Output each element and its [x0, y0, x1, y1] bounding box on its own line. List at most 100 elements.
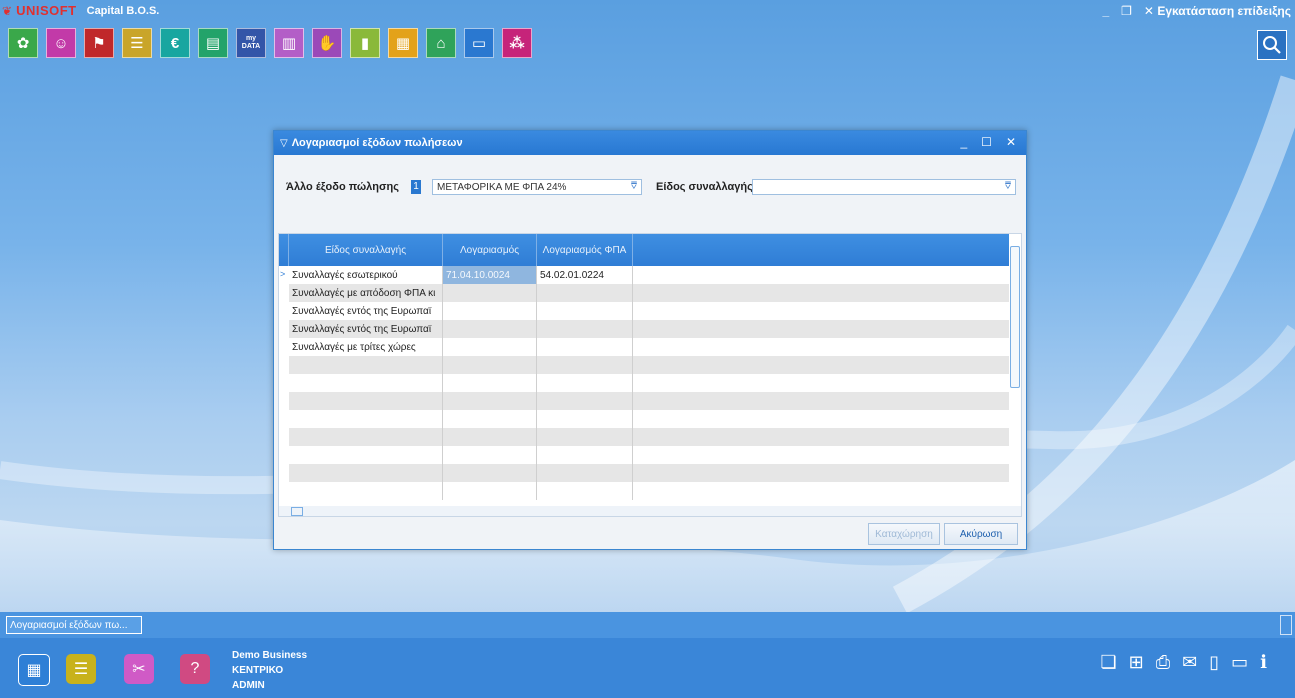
table-cell[interactable] — [443, 482, 537, 500]
dialog-minimize-button[interactable]: _ — [960, 135, 967, 149]
table-cell[interactable] — [537, 464, 633, 482]
other-expense-select[interactable]: ΜΕΤΑΦΟΡΙΚΑ ΜΕ ΦΠΑ 24% ⩢ — [432, 179, 642, 195]
table-cell[interactable] — [443, 338, 537, 356]
table-cell[interactable] — [443, 446, 537, 464]
cancel-button[interactable]: Ακύρωση — [944, 523, 1018, 545]
table-row[interactable]: Συναλλαγές με τρίτες χώρες — [279, 338, 1009, 356]
table-cell[interactable] — [289, 374, 443, 392]
table-cell[interactable] — [537, 356, 633, 374]
table-cell[interactable] — [289, 446, 443, 464]
table-cell[interactable] — [289, 482, 443, 500]
table-cell[interactable]: Συναλλαγές με απόδοση ΦΠΑ κι — [289, 284, 443, 302]
mail-icon[interactable]: ✉ — [1182, 652, 1197, 673]
document-icon[interactable]: ▯ — [1209, 652, 1219, 673]
table-cell[interactable] — [443, 302, 537, 320]
table-cell[interactable] — [537, 410, 633, 428]
table-cell[interactable] — [537, 284, 633, 302]
table-cell[interactable] — [537, 374, 633, 392]
ledger-icon[interactable]: ▤ — [198, 28, 228, 58]
table-cell[interactable]: Συναλλαγές εσωτερικού — [289, 266, 443, 284]
help-icon[interactable]: ? — [180, 654, 210, 684]
table-cell[interactable] — [537, 302, 633, 320]
info-icon[interactable]: ℹ — [1260, 652, 1267, 673]
empty-row[interactable] — [279, 482, 1009, 500]
people-icon[interactable]: ☺ — [46, 28, 76, 58]
expense-code-field[interactable]: 1 — [411, 180, 421, 194]
collapse-icon[interactable]: ▽ — [280, 138, 288, 149]
org-chart-icon[interactable]: ⌂ — [426, 28, 456, 58]
report-icon[interactable]: ▦ — [388, 28, 418, 58]
column-header[interactable]: Είδος συναλλαγής — [289, 234, 443, 266]
table-cell[interactable] — [289, 392, 443, 410]
factory-icon[interactable]: ▥ — [274, 28, 304, 58]
table-cell[interactable] — [443, 464, 537, 482]
table-cell[interactable] — [537, 338, 633, 356]
table-cell[interactable] — [443, 410, 537, 428]
table-cell[interactable] — [537, 392, 633, 410]
chevron-down-icon[interactable]: ⩢ — [1005, 181, 1011, 192]
taskbar-window-item[interactable]: Λογαριασμοί εξόδων πω... — [6, 616, 142, 634]
table-cell[interactable] — [537, 446, 633, 464]
taskbar-scroll[interactable] — [1280, 615, 1292, 635]
settings-grid-icon[interactable]: ⁂ — [502, 28, 532, 58]
empty-row[interactable] — [279, 374, 1009, 392]
empty-row[interactable] — [279, 392, 1009, 410]
table-row[interactable]: Συναλλαγές εντός της Ευρωπαϊ — [279, 320, 1009, 338]
chevron-down-icon[interactable]: ⩢ — [631, 181, 637, 192]
abc-chart-icon[interactable]: ▮ — [350, 28, 380, 58]
gear-flower-icon[interactable]: ✿ — [8, 28, 38, 58]
transaction-type-select[interactable]: ⩢ — [752, 179, 1016, 195]
submit-button[interactable]: Καταχώρηση — [868, 523, 940, 545]
tag-icon[interactable]: ⚑ — [84, 28, 114, 58]
table-cell[interactable]: Συναλλαγές εντός της Ευρωπαϊ — [289, 320, 443, 338]
tools-icon[interactable]: ✂ — [124, 654, 154, 684]
dialog-titlebar[interactable]: ▽ Λογαριασμοί εξόδων πωλήσεων — [274, 131, 1026, 155]
table-cell[interactable]: Συναλλαγές εντός της Ευρωπαϊ — [289, 302, 443, 320]
search-button[interactable] — [1257, 30, 1287, 60]
empty-row[interactable] — [279, 446, 1009, 464]
grid-icon[interactable]: ⊞ — [1129, 652, 1144, 673]
table-cell[interactable] — [443, 356, 537, 374]
copy-icon[interactable]: ❏ — [1101, 652, 1117, 673]
vertical-scrollbar[interactable] — [1010, 236, 1020, 506]
table-cell[interactable] — [289, 410, 443, 428]
window-icon[interactable]: ▭ — [1231, 652, 1248, 673]
table-cell[interactable]: 54.02.01.0224 — [537, 266, 633, 284]
print-icon[interactable]: ⎙ — [1156, 652, 1170, 673]
table-cell[interactable] — [537, 320, 633, 338]
table-cell[interactable] — [443, 284, 537, 302]
empty-row[interactable] — [279, 428, 1009, 446]
table-cell[interactable]: 71.04.10.0024 — [443, 266, 537, 284]
table-cell[interactable] — [289, 428, 443, 446]
table-row[interactable]: Συναλλαγές εντός της Ευρωπαϊ — [279, 302, 1009, 320]
column-header[interactable]: Λογαριασμός ΦΠΑ — [537, 234, 633, 266]
table-cell[interactable] — [289, 464, 443, 482]
horizontal-scrollbar[interactable] — [279, 506, 1021, 516]
empty-row[interactable] — [279, 356, 1009, 374]
scroll-thumb[interactable] — [291, 507, 303, 516]
table-cell[interactable] — [443, 392, 537, 410]
table-row[interactable]: Συναλλαγές εσωτερικού 71.04.10.0024 54.0… — [279, 266, 1009, 284]
window-icon[interactable]: ▭ — [464, 28, 494, 58]
empty-row[interactable] — [279, 464, 1009, 482]
mydata-icon[interactable]: my DATA — [236, 28, 266, 58]
table-cell[interactable] — [443, 374, 537, 392]
table-cell[interactable] — [537, 482, 633, 500]
scroll-thumb[interactable] — [1010, 246, 1020, 388]
empty-row[interactable] — [279, 410, 1009, 428]
handshake-icon[interactable]: ✋ — [312, 28, 342, 58]
column-header[interactable]: Λογαριασμός — [443, 234, 537, 266]
table-row[interactable]: Συναλλαγές με απόδοση ΦΠΑ κι — [279, 284, 1009, 302]
document-lines-icon[interactable]: ☰ — [122, 28, 152, 58]
table-cell[interactable] — [537, 428, 633, 446]
restore-button[interactable]: ❐ — [1121, 4, 1132, 18]
table-cell[interactable]: Συναλλαγές με τρίτες χώρες — [289, 338, 443, 356]
grid-icon[interactable]: ▦ — [18, 654, 50, 686]
table-cell[interactable] — [289, 356, 443, 374]
minimize-button[interactable]: _ — [1102, 4, 1109, 18]
dialog-maximize-button[interactable]: ☐ — [981, 135, 992, 149]
dialog-close-button[interactable]: ✕ — [1006, 135, 1016, 149]
ledger-icon[interactable]: ☰ — [66, 654, 96, 684]
close-app-button[interactable]: ✕ Εγκατάσταση επίδειξης — [1144, 4, 1291, 18]
table-cell[interactable] — [443, 320, 537, 338]
